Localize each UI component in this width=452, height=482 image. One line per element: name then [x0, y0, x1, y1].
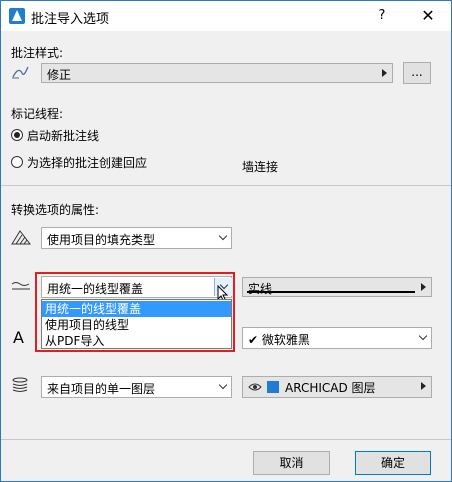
layer-select[interactable]: 来自项目的单一图层 — [41, 376, 232, 398]
layer-combo[interactable]: ARCHICAD 图层 — [242, 376, 432, 398]
markup-style-more-button[interactable]: ... — [403, 62, 431, 84]
ok-button[interactable]: 确定 — [355, 451, 431, 475]
markup-style-combo[interactable]: 修正 — [41, 63, 393, 83]
dialog-title: 批注导入选项 — [31, 12, 110, 27]
separator — [1, 439, 451, 440]
font-select[interactable]: ✔ 微软雅黑 — [242, 327, 432, 349]
arrow-right-icon — [382, 69, 387, 77]
new-markup-line-label: 启动新批注线 — [27, 129, 100, 143]
layer-select-value: 来自项目的单一图层 — [47, 382, 156, 396]
cancel-button[interactable]: 取消 — [253, 451, 330, 475]
line-type-combo[interactable]: 实线 — [242, 277, 432, 297]
close-button[interactable]: ✕ — [417, 5, 439, 27]
help-button[interactable]: ? — [371, 5, 393, 27]
arrow-right-icon — [421, 283, 426, 291]
font-value-wrap: ✔ 微软雅黑 — [248, 331, 310, 348]
arrow-right-icon — [421, 382, 426, 390]
fill-type-select[interactable]: 使用项目的填充类型 — [41, 227, 232, 249]
layer-value: ARCHICAD 图层 — [285, 381, 376, 395]
eye-icon — [248, 383, 262, 391]
title-bar: 批注导入选项 ? ✕ — [1, 1, 451, 31]
chevron-down-icon — [418, 331, 428, 341]
radio-create-reply[interactable] — [11, 156, 23, 168]
line-preview — [247, 291, 415, 293]
highlight-annotation-box — [35, 272, 235, 352]
layer-color-icon — [267, 381, 279, 393]
fill-type-value: 使用项目的填充类型 — [47, 233, 156, 247]
radio-new-markup-line[interactable] — [11, 129, 23, 141]
markup-style-value: 修正 — [47, 68, 72, 82]
font-value: 微软雅黑 — [261, 333, 310, 347]
chevron-down-icon — [218, 231, 228, 241]
font-icon: A — [13, 328, 24, 347]
separator — [1, 185, 451, 186]
archicad-app-icon — [9, 8, 25, 24]
create-reply-label: 为选择的批注创建回应 — [27, 156, 148, 170]
import-options-dialog: 批注导入选项 ? ✕ 批注样式: 修正 ... 标记线程: 启动新批注线 为选择… — [0, 0, 452, 482]
convert-attributes-label: 转换选项的属性: — [11, 203, 100, 217]
markup-line-label: 标记线程: — [11, 107, 64, 121]
check-icon: ✔ — [248, 333, 259, 347]
pen-icon — [12, 66, 29, 79]
line-type-icon — [11, 282, 30, 290]
fill-icon — [11, 230, 31, 245]
markup-style-label: 批注样式: — [11, 46, 64, 60]
layers-icon — [12, 377, 28, 392]
line-type-value: 实线 — [248, 282, 273, 296]
chevron-down-icon — [218, 380, 228, 390]
wall-join-label: 墙连接 — [242, 160, 279, 174]
